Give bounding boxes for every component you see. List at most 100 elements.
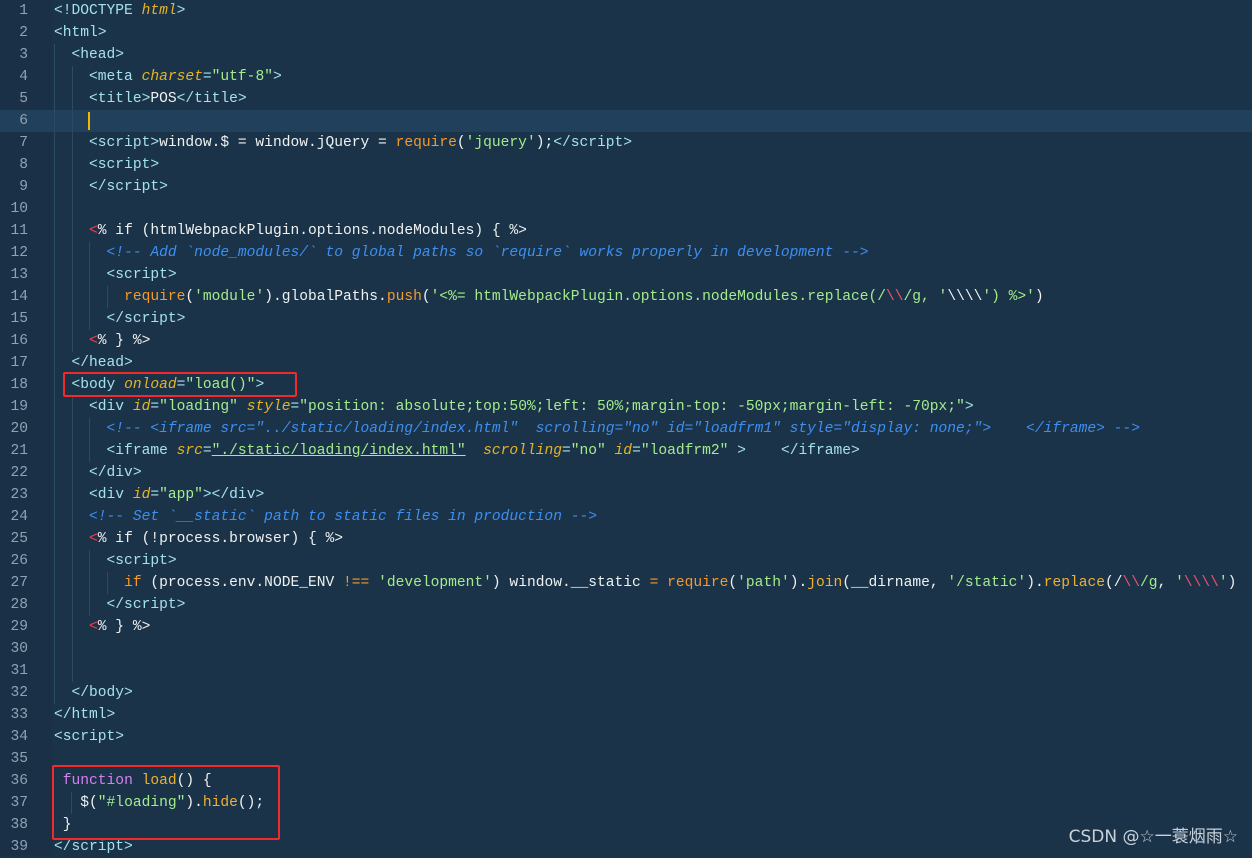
code-line[interactable]: 30 xyxy=(0,638,1252,660)
code-token: ); xyxy=(535,135,554,151)
code-line[interactable]: 6 xyxy=(0,110,1252,132)
code-text: if (process.env.NODE_ENV !== 'developmen… xyxy=(54,572,1236,594)
code-line[interactable]: 9 </script> xyxy=(0,176,1252,198)
code-line[interactable]: 5 <title>POS</title> xyxy=(0,88,1252,110)
watermark: CSDN @☆一蓑烟雨☆ xyxy=(1068,827,1238,847)
code-token: html xyxy=(141,3,177,19)
line-number: 1 xyxy=(19,3,28,19)
code-token: ( xyxy=(456,135,466,151)
code-token: <meta xyxy=(54,69,142,85)
code-token: </html> xyxy=(54,707,116,723)
line-number: 14 xyxy=(10,289,28,305)
code-line[interactable]: 34 <script> xyxy=(0,726,1252,748)
line-number: 21 xyxy=(10,443,28,459)
code-token: = xyxy=(202,443,212,459)
code-line[interactable]: 11 <% if (htmlWebpackPlugin.options.node… xyxy=(0,220,1252,242)
code-token: = xyxy=(202,69,212,85)
code-token: POS xyxy=(150,91,177,107)
code-token: % if (!process.browser) { %> xyxy=(97,531,344,547)
code-token: "utf-8" xyxy=(211,69,273,85)
code-token: < xyxy=(89,333,98,349)
code-token: \\\\ xyxy=(1183,575,1219,591)
line-number: 13 xyxy=(10,267,28,283)
line-number: 19 xyxy=(10,399,28,415)
code-token: ' xyxy=(1175,575,1184,591)
code-line[interactable]: 10 xyxy=(0,198,1252,220)
code-token: style xyxy=(246,399,291,415)
code-line[interactable]: 13 <script> xyxy=(0,264,1252,286)
code-line[interactable]: 20 <!-- <iframe src="../static/loading/i… xyxy=(0,418,1252,440)
code-token: = xyxy=(649,575,659,591)
code-token: id xyxy=(614,443,633,459)
indent-guide xyxy=(72,66,73,352)
code-line[interactable]: 4 <meta charset="utf-8"> xyxy=(0,66,1252,88)
code-line[interactable]: 1 <!DOCTYPE html> xyxy=(0,0,1252,22)
code-token: ). xyxy=(1026,575,1044,591)
line-number: 29 xyxy=(10,619,28,635)
line-number: 35 xyxy=(10,751,28,767)
code-token: <title> xyxy=(54,91,151,107)
code-text: </html> xyxy=(54,704,115,726)
code-line[interactable]: 8 <script> xyxy=(0,154,1252,176)
code-token: </script> xyxy=(54,311,186,327)
code-line[interactable]: 14 require('module').globalPaths.push('<… xyxy=(0,286,1252,308)
code-line[interactable]: 31 xyxy=(0,660,1252,682)
code-line[interactable]: 22 </div> xyxy=(0,462,1252,484)
code-line[interactable]: 28 </script> xyxy=(0,594,1252,616)
code-token: < xyxy=(89,531,98,547)
code-text: <!-- Add `node_modules/` to global paths… xyxy=(54,242,869,264)
code-line[interactable]: 21 <iframe src="./static/loading/index.h… xyxy=(0,440,1252,462)
code-token: 'path' xyxy=(737,575,790,591)
line-number: 28 xyxy=(10,597,28,613)
code-token: <!-- Add `node_modules/` to global paths… xyxy=(106,245,869,261)
indent-guide xyxy=(89,242,90,330)
code-line[interactable]: 3 <head> xyxy=(0,44,1252,66)
code-token: 'module' xyxy=(194,289,265,305)
line-number: 6 xyxy=(19,113,28,129)
code-token: "position: absolute;top:50%;left: 50%;ma… xyxy=(299,399,965,415)
code-line[interactable]: 19 <div id="loading" style="position: ab… xyxy=(0,396,1252,418)
highlight-box-load-function xyxy=(52,765,280,840)
line-number: 17 xyxy=(10,355,28,371)
code-text: <% if (!process.browser) { %> xyxy=(54,528,343,550)
code-line[interactable]: 27 if (process.env.NODE_ENV !== 'develop… xyxy=(0,572,1252,594)
code-token: </script> xyxy=(54,597,186,613)
code-line[interactable]: 26 <script> xyxy=(0,550,1252,572)
code-token: (/ xyxy=(1105,575,1123,591)
code-editor[interactable]: 1 <!DOCTYPE html> 2 <html> 3 <head> 4 <meta c… xyxy=(0,0,1252,858)
code-line[interactable]: 16 <% } %> xyxy=(0,330,1252,352)
code-token: <!-- Set `__static` path to static files… xyxy=(89,509,597,525)
code-token: </title> xyxy=(176,91,247,107)
code-line[interactable]: 2 <html> xyxy=(0,22,1252,44)
code-token: push xyxy=(386,289,422,305)
code-token: /g, ' xyxy=(903,289,948,305)
code-text: <html> xyxy=(54,22,107,44)
code-token: <script> xyxy=(54,157,160,173)
code-line[interactable]: 7 <script>window.$ = window.jQuery = req… xyxy=(0,132,1252,154)
line-number: 22 xyxy=(10,465,28,481)
code-line[interactable]: 23 <div id="app"></div> xyxy=(0,484,1252,506)
code-line[interactable]: 12 <!-- Add `node_modules/` to global pa… xyxy=(0,242,1252,264)
code-text: </div> xyxy=(54,462,142,484)
indent-guide xyxy=(107,286,108,308)
code-text: <iframe src="./static/loading/index.html… xyxy=(54,440,860,462)
code-line[interactable]: 17 </head> xyxy=(0,352,1252,374)
line-number: 27 xyxy=(10,575,28,591)
code-token: (__dirname, xyxy=(842,575,948,591)
code-line[interactable]: 32 </body> xyxy=(0,682,1252,704)
code-text: <script> xyxy=(54,726,124,748)
code-text: <div id="app"></div> xyxy=(54,484,264,506)
code-token: </script> xyxy=(553,135,633,151)
code-line[interactable]: 25 <% if (!process.browser) { %> xyxy=(0,528,1252,550)
code-token: ( xyxy=(185,289,195,305)
highlight-box-body-onload xyxy=(63,372,297,397)
code-text: <!-- Set `__static` path to static files… xyxy=(54,506,597,528)
code-text: <meta charset="utf-8"> xyxy=(54,66,282,88)
code-token: "loading" xyxy=(159,399,247,415)
code-line[interactable]: 15 </script> xyxy=(0,308,1252,330)
code-token: /g xyxy=(1140,575,1158,591)
code-line[interactable]: 29 <% } %> xyxy=(0,616,1252,638)
code-line[interactable]: 33 </html> xyxy=(0,704,1252,726)
code-token: % } %> xyxy=(97,333,151,349)
code-line[interactable]: 24 <!-- Set `__static` path to static fi… xyxy=(0,506,1252,528)
